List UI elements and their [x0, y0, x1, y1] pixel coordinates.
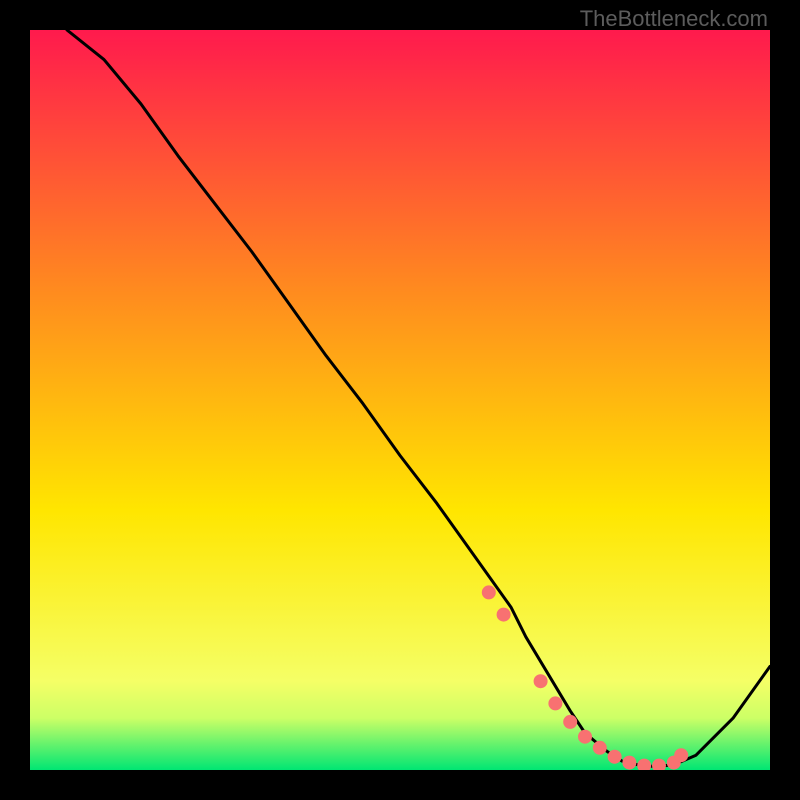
chart-frame [30, 30, 770, 770]
marker-dot [563, 715, 577, 729]
marker-dot [674, 748, 688, 762]
marker-dot [482, 585, 496, 599]
gradient-background [30, 30, 770, 770]
watermark-text: TheBottleneck.com [580, 6, 768, 32]
marker-dot [578, 730, 592, 744]
marker-dot [608, 750, 622, 764]
marker-dot [548, 696, 562, 710]
marker-dot [497, 608, 511, 622]
marker-dot [622, 756, 636, 770]
chart-canvas [30, 30, 770, 770]
marker-dot [593, 741, 607, 755]
marker-dot [534, 674, 548, 688]
